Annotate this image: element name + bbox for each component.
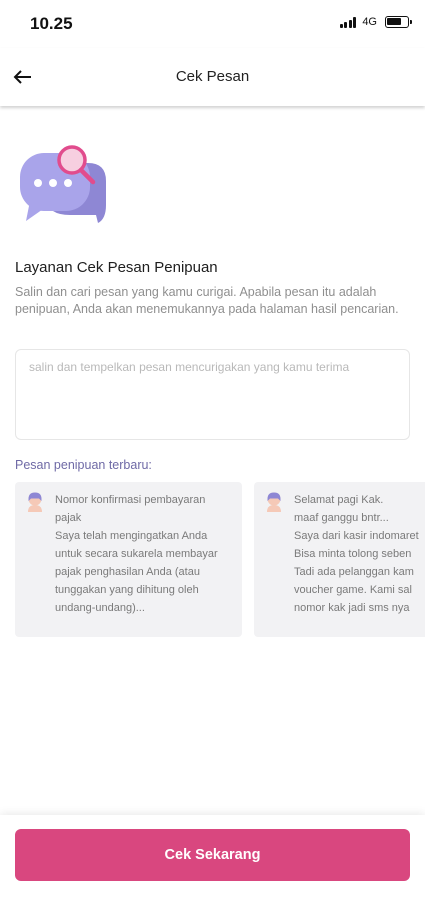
chat-search-icon [20, 145, 106, 223]
battery-icon [385, 16, 412, 28]
scam-card-body: Selamat pagi Kak. maaf ganggu bntr... Sa… [294, 494, 419, 614]
page-title: Cek Pesan [175, 68, 250, 85]
app-bar: Cek Pesan [0, 48, 425, 106]
check-now-button[interactable]: Cek Sekarang [15, 829, 410, 881]
bottom-action-bar: Cek Sekarang [0, 815, 425, 900]
scam-card[interactable]: Selamat pagi Kak. maaf ganggu bntr... Sa… [254, 482, 425, 637]
status-icons: 4G [339, 16, 412, 28]
scam-card-body: Saya telah mengingatkan Anda untuk secar… [55, 530, 218, 614]
scam-card-title: Nomor konfirmasi pembayaran pajak [55, 494, 206, 524]
status-time: 10.25 [30, 14, 73, 33]
avatar-icon [28, 492, 42, 512]
message-input[interactable] [15, 349, 410, 440]
signal-icon [339, 16, 357, 28]
recent-scams-label: Pesan penipuan terbaru: [15, 458, 152, 472]
recent-scams-list[interactable]: Nomor konfirmasi pembayaran pajak Saya t… [15, 482, 425, 637]
status-bar: 10.25 4G [0, 0, 425, 48]
service-description: Salin dan cari pesan yang kamu curigai. … [15, 285, 399, 316]
scam-card[interactable]: Nomor konfirmasi pembayaran pajak Saya t… [15, 482, 242, 637]
avatar-icon [267, 492, 281, 512]
network-type: 4G [362, 16, 377, 28]
service-title: Layanan Cek Pesan Penipuan [15, 259, 218, 276]
